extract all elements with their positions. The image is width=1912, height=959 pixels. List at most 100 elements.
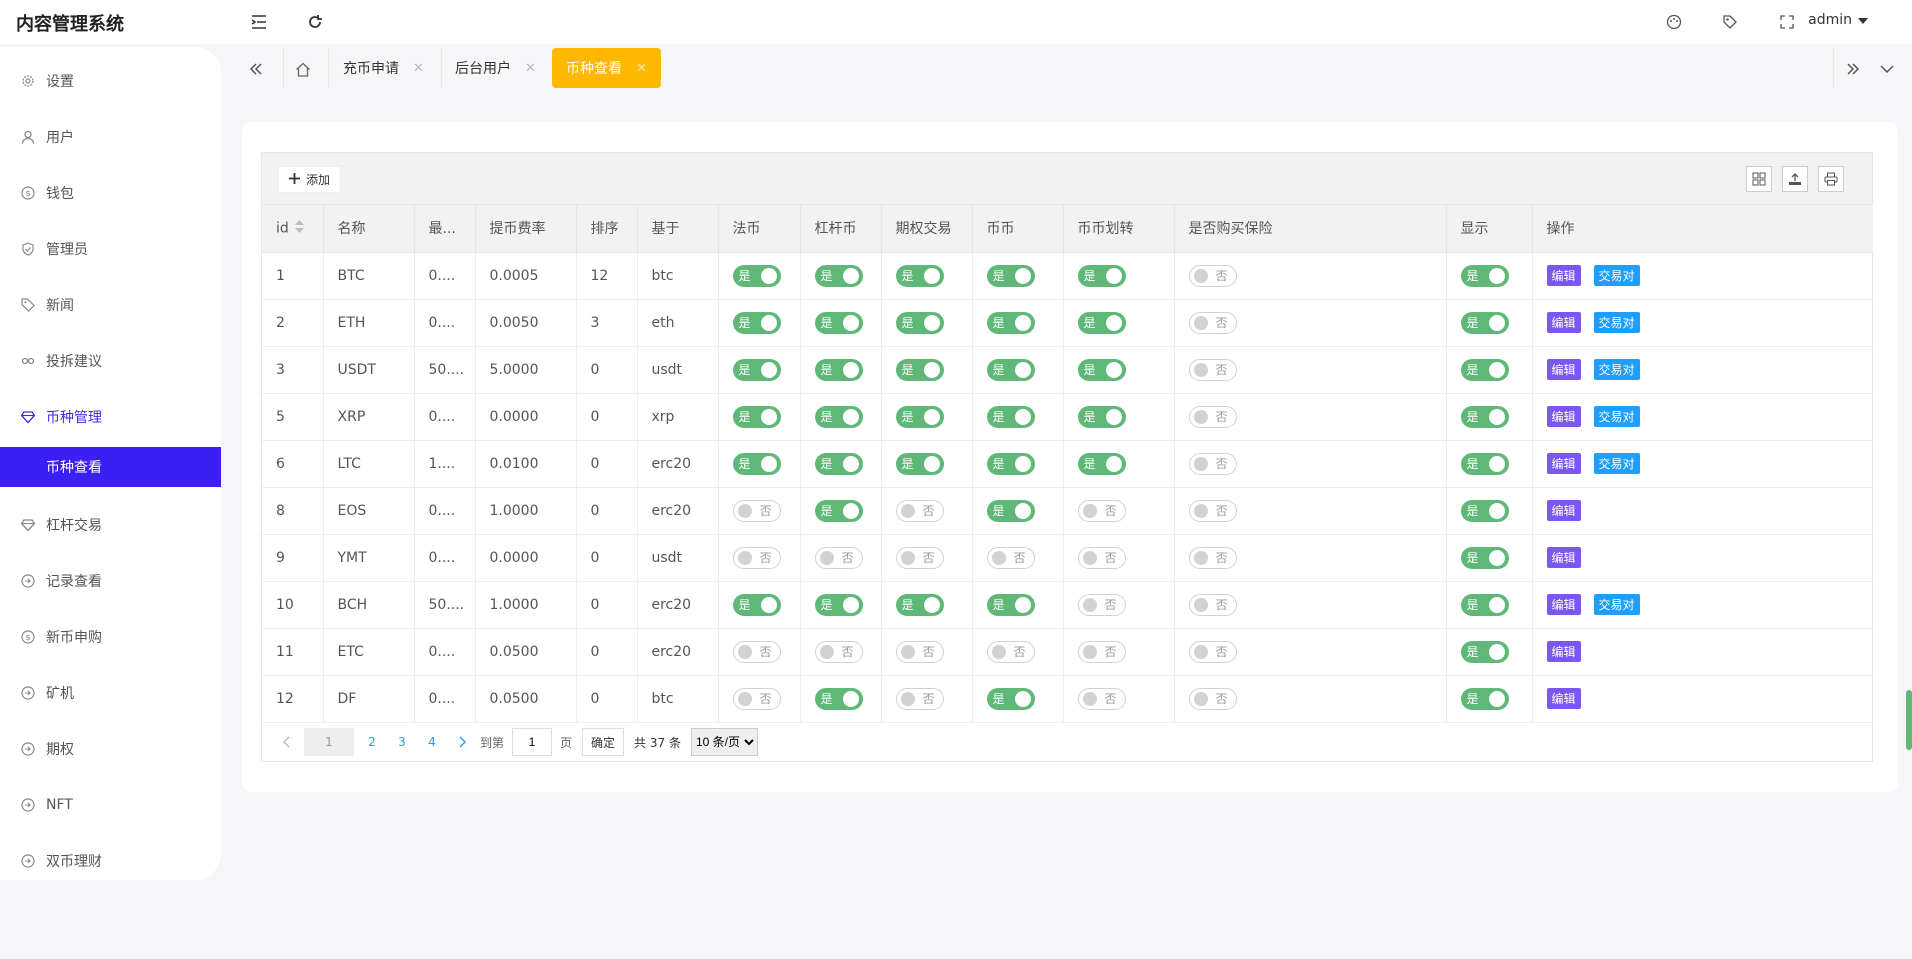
sidebar-item-nft[interactable]: NFT	[0, 777, 221, 833]
user-menu[interactable]: admin	[1808, 12, 1868, 28]
trading-pair-button[interactable]: 交易对	[1593, 312, 1640, 333]
option-switch[interactable]: 否	[895, 687, 944, 710]
transfer-switch[interactable]: 是	[1077, 452, 1126, 475]
add-button[interactable]: 添加	[278, 166, 342, 193]
lever-switch[interactable]: 否	[814, 640, 863, 663]
sidebar-item-new-coin-subscription[interactable]: $ 新币申购	[0, 609, 221, 665]
show-switch[interactable]: 是	[1460, 358, 1509, 381]
show-switch[interactable]: 是	[1460, 687, 1509, 710]
coin-switch[interactable]: 是	[986, 311, 1035, 334]
page-size-select[interactable]: 10 条/页	[690, 728, 758, 756]
edit-button[interactable]: 编辑	[1546, 312, 1581, 333]
insurance-switch[interactable]: 否	[1188, 499, 1237, 522]
lever-switch[interactable]: 是	[814, 405, 863, 428]
fiat-switch[interactable]: 否	[732, 546, 781, 569]
goto-confirm-button[interactable]: 确定	[582, 728, 625, 756]
option-switch[interactable]: 是	[895, 358, 944, 381]
double-right-icon[interactable]	[1838, 54, 1868, 84]
tab-admin-users[interactable]: 后台用户 ✕	[455, 48, 536, 88]
show-switch[interactable]: 是	[1460, 405, 1509, 428]
sidebar-item-options[interactable]: 期权	[0, 721, 221, 777]
fiat-switch[interactable]: 是	[732, 264, 781, 287]
insurance-switch[interactable]: 否	[1188, 687, 1237, 710]
lever-switch[interactable]: 否	[814, 546, 863, 569]
scrollbar[interactable]	[1906, 690, 1912, 750]
transfer-switch[interactable]: 否	[1077, 687, 1126, 710]
theme-icon[interactable]	[1662, 10, 1686, 34]
option-switch[interactable]: 否	[895, 499, 944, 522]
coin-switch[interactable]: 是	[986, 593, 1035, 616]
page-4[interactable]: 4	[420, 728, 444, 756]
lever-switch[interactable]: 是	[814, 311, 863, 334]
lever-switch[interactable]: 是	[814, 499, 863, 522]
sidebar-item-settings[interactable]: 设置	[0, 53, 221, 109]
refresh-icon[interactable]	[303, 10, 327, 34]
sidebar-item-records[interactable]: 记录查看	[0, 553, 221, 609]
option-switch[interactable]: 是	[895, 405, 944, 428]
page-3[interactable]: 3	[390, 728, 414, 756]
page-2[interactable]: 2	[360, 728, 384, 756]
sidebar-item-users[interactable]: 用户	[0, 109, 221, 165]
fiat-switch[interactable]: 是	[732, 405, 781, 428]
fiat-switch[interactable]: 是	[732, 452, 781, 475]
edit-button[interactable]: 编辑	[1546, 594, 1581, 615]
coin-switch[interactable]: 是	[986, 358, 1035, 381]
sidebar-item-admins[interactable]: 管理员	[0, 221, 221, 277]
show-switch[interactable]: 是	[1460, 311, 1509, 334]
coin-switch[interactable]: 否	[986, 640, 1035, 663]
transfer-switch[interactable]: 是	[1077, 405, 1126, 428]
show-switch[interactable]: 是	[1460, 640, 1509, 663]
option-switch[interactable]: 是	[895, 264, 944, 287]
transfer-switch[interactable]: 是	[1077, 358, 1126, 381]
edit-button[interactable]: 编辑	[1546, 547, 1581, 568]
edit-button[interactable]: 编辑	[1546, 500, 1581, 521]
show-switch[interactable]: 是	[1460, 499, 1509, 522]
transfer-switch[interactable]: 否	[1077, 546, 1126, 569]
chevron-down-icon[interactable]	[1872, 54, 1902, 84]
sidebar-item-miner[interactable]: 矿机	[0, 665, 221, 721]
coin-switch[interactable]: 是	[986, 264, 1035, 287]
page-current[interactable]: 1	[304, 728, 354, 756]
fiat-switch[interactable]: 否	[732, 499, 781, 522]
sort-icon[interactable]	[294, 219, 304, 237]
prev-page-icon[interactable]	[274, 728, 298, 756]
edit-button[interactable]: 编辑	[1546, 641, 1581, 662]
home-icon[interactable]	[288, 54, 318, 84]
print-icon[interactable]	[1818, 166, 1844, 192]
sidebar-item-wallet[interactable]: $ 钱包	[0, 165, 221, 221]
option-switch[interactable]: 否	[895, 546, 944, 569]
edit-button[interactable]: 编辑	[1546, 688, 1581, 709]
coin-switch[interactable]: 是	[986, 499, 1035, 522]
double-left-icon[interactable]	[241, 54, 271, 84]
show-switch[interactable]: 是	[1460, 546, 1509, 569]
fiat-switch[interactable]: 否	[732, 687, 781, 710]
lever-switch[interactable]: 是	[814, 452, 863, 475]
sidebar-item-suggestions[interactable]: 投拆建议	[0, 333, 221, 389]
coin-switch[interactable]: 是	[986, 452, 1035, 475]
trading-pair-button[interactable]: 交易对	[1593, 265, 1640, 286]
insurance-switch[interactable]: 否	[1188, 452, 1237, 475]
insurance-switch[interactable]: 否	[1188, 264, 1237, 287]
lever-switch[interactable]: 是	[814, 358, 863, 381]
menu-fold-icon[interactable]	[247, 10, 271, 34]
insurance-switch[interactable]: 否	[1188, 358, 1237, 381]
fiat-switch[interactable]: 是	[732, 311, 781, 334]
insurance-switch[interactable]: 否	[1188, 640, 1237, 663]
edit-button[interactable]: 编辑	[1546, 265, 1581, 286]
trading-pair-button[interactable]: 交易对	[1593, 594, 1640, 615]
next-page-icon[interactable]	[450, 728, 474, 756]
transfer-switch[interactable]: 是	[1077, 311, 1126, 334]
column-header-id[interactable]: id	[262, 205, 324, 253]
lever-switch[interactable]: 是	[814, 264, 863, 287]
coin-switch[interactable]: 是	[986, 687, 1035, 710]
fiat-switch[interactable]: 否	[732, 640, 781, 663]
transfer-switch[interactable]: 是	[1077, 264, 1126, 287]
close-icon[interactable]: ✕	[525, 61, 536, 76]
export-icon[interactable]	[1782, 166, 1808, 192]
coin-switch[interactable]: 否	[986, 546, 1035, 569]
insurance-switch[interactable]: 否	[1188, 546, 1237, 569]
transfer-switch[interactable]: 否	[1077, 593, 1126, 616]
coin-switch[interactable]: 是	[986, 405, 1035, 428]
transfer-switch[interactable]: 否	[1077, 640, 1126, 663]
tab-recharge-applications[interactable]: 充币申请 ✕	[343, 48, 424, 88]
